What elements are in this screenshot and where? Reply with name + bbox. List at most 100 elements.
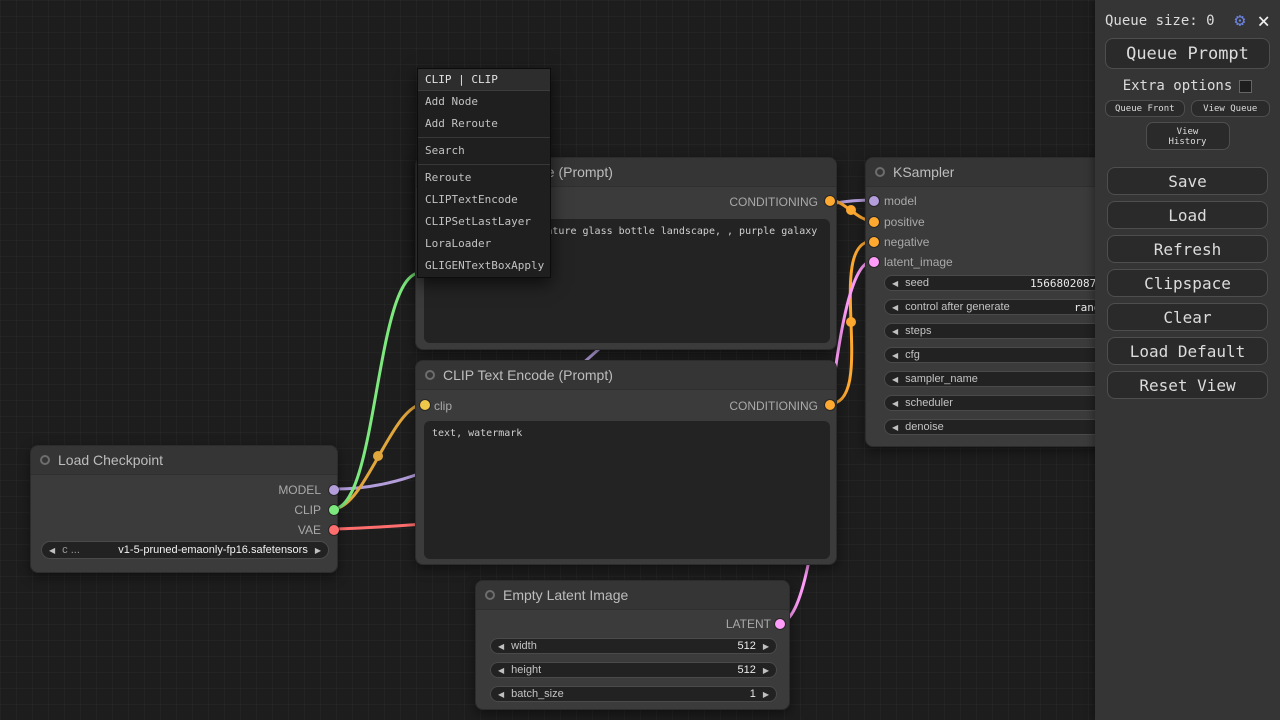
vae-output-label: VAE <box>298 523 321 537</box>
link-release-context-menu: CLIP | CLIP Add Node Add Reroute Search … <box>417 68 551 278</box>
model-input-label: model <box>884 194 917 208</box>
widget-label: denoise <box>905 421 944 433</box>
width-widget[interactable]: ◀ width 512 ▶ <box>490 638 777 654</box>
collapse-dot[interactable] <box>40 455 50 465</box>
prev-arrow-icon[interactable]: ◀ <box>892 303 898 312</box>
widget-label: control after generate <box>905 301 1010 313</box>
model-input-dot[interactable] <box>869 196 879 206</box>
clip-output-label: CLIP <box>294 503 321 517</box>
clipspace-button[interactable]: Clipspace <box>1107 269 1268 297</box>
conditioning-output-label: CONDITIONING <box>729 399 818 413</box>
clip-output-dot[interactable] <box>329 505 339 515</box>
node-title: CLIP Text Encode (Prompt) <box>443 367 613 383</box>
next-arrow-icon[interactable]: ▶ <box>315 546 321 555</box>
next-arrow-icon[interactable]: ▶ <box>763 666 769 675</box>
next-arrow-icon[interactable]: ▶ <box>763 642 769 651</box>
clip-input-dot[interactable] <box>420 400 430 410</box>
cfg-widget[interactable]: ◀ cfg ▶ <box>884 347 1124 363</box>
close-icon[interactable]: × <box>1257 12 1270 30</box>
denoise-widget[interactable]: ◀ denoise ▶ <box>884 419 1124 435</box>
prev-arrow-icon[interactable]: ◀ <box>892 279 898 288</box>
positive-input-dot[interactable] <box>869 217 879 227</box>
extra-options-checkbox[interactable] <box>1239 80 1252 93</box>
prev-arrow-icon[interactable]: ◀ <box>892 399 898 408</box>
node-clip-text-encode-2: CLIP Text Encode (Prompt) clip CONDITION… <box>415 360 837 565</box>
menu-separator <box>418 137 550 138</box>
prev-arrow-icon[interactable]: ◀ <box>892 351 898 360</box>
clip-input-label: clip <box>434 399 452 413</box>
scheduler-widget[interactable]: ◀ scheduler ▶ <box>884 395 1124 411</box>
clear-button[interactable]: Clear <box>1107 303 1268 331</box>
control-after-generate-widget[interactable]: ◀ control after generate randomize ▶ <box>884 299 1124 315</box>
prev-arrow-icon[interactable]: ◀ <box>498 690 504 699</box>
ckpt-name-widget[interactable]: ◀ c ... v1-5-pruned-emaonly-fp16.safeten… <box>41 541 329 559</box>
collapse-dot[interactable] <box>425 370 435 380</box>
prev-arrow-icon[interactable]: ◀ <box>892 423 898 432</box>
queue-front-button[interactable]: Queue Front <box>1105 100 1185 117</box>
vae-output-dot[interactable] <box>329 525 339 535</box>
batch-size-widget[interactable]: ◀ batch_size 1 ▶ <box>490 686 777 702</box>
view-history-button[interactable]: View History <box>1146 122 1230 150</box>
prompt-textarea[interactable]: text, watermark <box>424 421 830 559</box>
widget-label: c ... <box>62 544 80 556</box>
conditioning-output-label: CONDITIONING <box>729 195 818 209</box>
node-empty-latent-image: Empty Latent Image LATENT ◀ width 512 ▶ … <box>475 580 790 710</box>
prev-arrow-icon[interactable]: ◀ <box>498 666 504 675</box>
comfy-menu-panel: Queue size: 0 ⚙ × Queue Prompt Extra opt… <box>1095 0 1280 720</box>
node-header[interactable]: Empty Latent Image <box>476 581 789 610</box>
sampler-name-widget[interactable]: ◀ sampler_name ▶ <box>884 371 1124 387</box>
save-button[interactable]: Save <box>1107 167 1268 195</box>
menu-item-add-reroute[interactable]: Add Reroute <box>418 113 550 135</box>
latent-input-label: latent_image <box>884 255 953 269</box>
menu-item-clipsetlastlayer[interactable]: CLIPSetLastLayer <box>418 211 550 233</box>
node-title: Empty Latent Image <box>503 587 628 603</box>
menu-item-reroute[interactable]: Reroute <box>418 167 550 189</box>
menu-item-cliptextencode[interactable]: CLIPTextEncode <box>418 189 550 211</box>
load-default-button[interactable]: Load Default <box>1107 337 1268 365</box>
load-button[interactable]: Load <box>1107 201 1268 229</box>
view-queue-button[interactable]: View Queue <box>1191 100 1271 117</box>
widget-label: batch_size <box>511 688 564 700</box>
node-title: KSampler <box>893 164 954 180</box>
node-header[interactable]: Load Checkpoint <box>31 446 337 475</box>
height-widget[interactable]: ◀ height 512 ▶ <box>490 662 777 678</box>
widget-label: cfg <box>905 349 920 361</box>
context-menu-title: CLIP | CLIP <box>418 69 550 91</box>
widget-label: width <box>511 640 537 652</box>
settings-gear-icon[interactable]: ⚙ <box>1235 12 1246 30</box>
link-clip-dragging <box>333 273 420 509</box>
latent-output-dot[interactable] <box>775 619 785 629</box>
menu-item-search[interactable]: Search <box>418 140 550 162</box>
conditioning-output-dot[interactable] <box>825 400 835 410</box>
widget-value: 512 <box>737 664 755 676</box>
queue-size-label: Queue size: 0 <box>1105 13 1215 29</box>
prev-arrow-icon[interactable]: ◀ <box>49 546 55 555</box>
seed-widget[interactable]: ◀ seed 1566802087 ▶ <box>884 275 1124 291</box>
steps-widget[interactable]: ◀ steps ▶ <box>884 323 1124 339</box>
negative-input-dot[interactable] <box>869 237 879 247</box>
model-output-dot[interactable] <box>329 485 339 495</box>
comfyui-window: CLIP Text Encode (Prompt) clip CONDITION… <box>0 0 1280 720</box>
menu-item-loraloader[interactable]: LoraLoader <box>418 233 550 255</box>
prev-arrow-icon[interactable]: ◀ <box>498 642 504 651</box>
model-output-label: MODEL <box>278 483 321 497</box>
latent-input-dot[interactable] <box>869 257 879 267</box>
latent-output-label: LATENT <box>726 617 771 631</box>
node-title: Load Checkpoint <box>58 452 163 468</box>
node-header[interactable]: CLIP Text Encode (Prompt) <box>416 361 836 390</box>
queue-prompt-button[interactable]: Queue Prompt <box>1105 38 1270 69</box>
collapse-dot[interactable] <box>875 167 885 177</box>
next-arrow-icon[interactable]: ▶ <box>763 690 769 699</box>
link-dot-clip <box>373 451 383 461</box>
menu-separator <box>418 164 550 165</box>
prev-arrow-icon[interactable]: ◀ <box>892 375 898 384</box>
reset-view-button[interactable]: Reset View <box>1107 371 1268 399</box>
menu-item-add-node[interactable]: Add Node <box>418 91 550 113</box>
widget-label: scheduler <box>905 397 953 409</box>
widget-label: sampler_name <box>905 373 978 385</box>
collapse-dot[interactable] <box>485 590 495 600</box>
prev-arrow-icon[interactable]: ◀ <box>892 327 898 336</box>
menu-item-gligentextboxapply[interactable]: GLIGENTextBoxApply <box>418 255 550 277</box>
refresh-button[interactable]: Refresh <box>1107 235 1268 263</box>
conditioning-output-dot[interactable] <box>825 196 835 206</box>
